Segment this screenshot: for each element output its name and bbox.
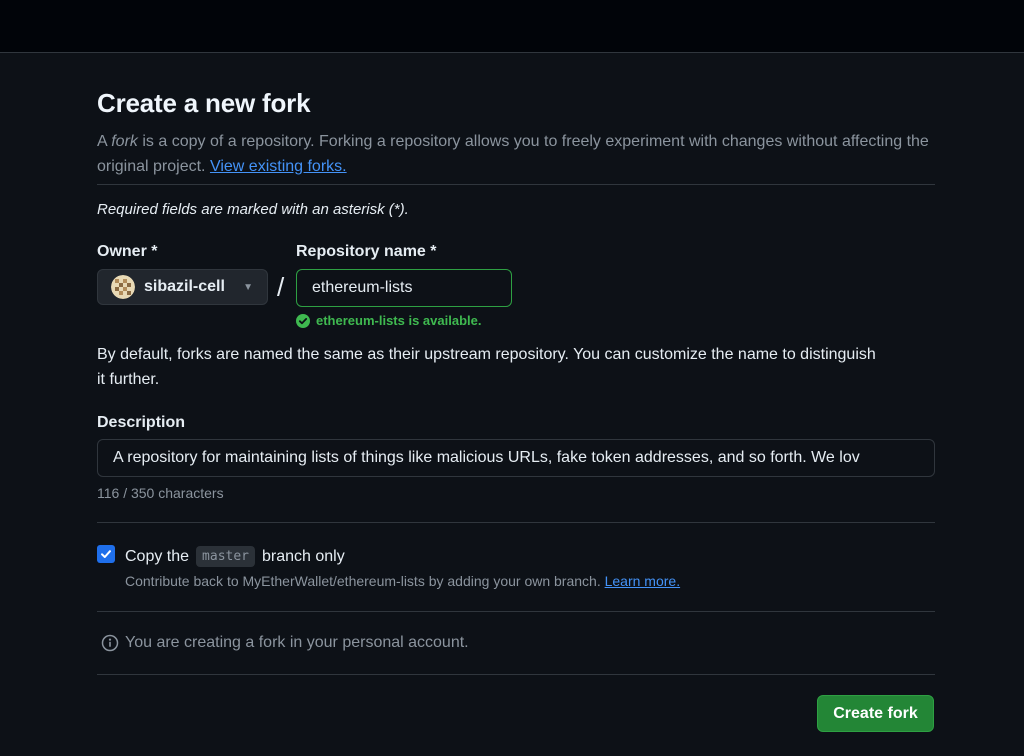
check-circle-icon — [296, 313, 310, 328]
divider — [97, 674, 935, 675]
avatar — [111, 275, 135, 299]
divider — [97, 184, 935, 185]
description-label: Description — [97, 414, 186, 431]
intro-text: A fork is a copy of a repository. Forkin… — [97, 129, 935, 179]
availability-text: ethereum-lists is available. — [316, 313, 482, 328]
intro-prefix: A — [97, 133, 112, 150]
divider — [97, 522, 935, 523]
owner-name: sibazil-cell — [144, 278, 225, 295]
required-note: Required fields are marked with an aster… — [97, 201, 409, 218]
naming-help-text: By default, forks are named the same as … — [97, 346, 876, 388]
copy-branch-prefix: Copy the — [125, 547, 190, 565]
repo-name-label: Repository name * — [296, 243, 437, 260]
view-existing-forks-link[interactable]: View existing forks. — [210, 158, 347, 175]
repository-name-value: ethereum-lists — [312, 279, 413, 296]
character-count: 116 / 350 characters — [97, 485, 224, 501]
owner-label: Owner * — [97, 243, 158, 260]
caret-down-icon: ▼ — [243, 281, 253, 293]
fork-form: Create a new fork A fork is a copy of a … — [97, 88, 935, 732]
availability-message: ethereum-lists is available. — [296, 313, 481, 328]
info-icon — [101, 634, 119, 652]
page-title: Create a new fork — [97, 88, 311, 118]
intro-emphasis: fork — [111, 133, 138, 150]
branch-name: master — [196, 546, 256, 567]
owner-dropdown[interactable]: sibazil-cell ▼ — [97, 269, 268, 305]
copy-branch-hint: Contribute back to MyEtherWallet/ethereu… — [125, 573, 680, 589]
checkmark-icon — [101, 550, 111, 558]
copy-branch-suffix: branch only — [262, 547, 345, 565]
owner-repo-separator: / — [277, 272, 285, 302]
description-value: A repository for maintaining lists of th… — [113, 449, 860, 466]
create-fork-button[interactable]: Create fork — [817, 695, 934, 732]
repository-name-input[interactable]: ethereum-lists — [296, 269, 512, 307]
copy-branch-label: Copy the master branch only — [125, 546, 345, 567]
copy-master-branch-checkbox[interactable] — [97, 545, 115, 563]
top-bar — [0, 0, 1024, 53]
personal-account-note: You are creating a fork in your personal… — [101, 634, 469, 652]
personal-account-text: You are creating a fork in your personal… — [125, 634, 469, 651]
divider — [97, 611, 935, 612]
copy-branch-hint-text: Contribute back to MyEtherWallet/ethereu… — [125, 573, 605, 589]
learn-more-link[interactable]: Learn more. — [605, 573, 680, 589]
description-input[interactable]: A repository for maintaining lists of th… — [97, 439, 935, 477]
